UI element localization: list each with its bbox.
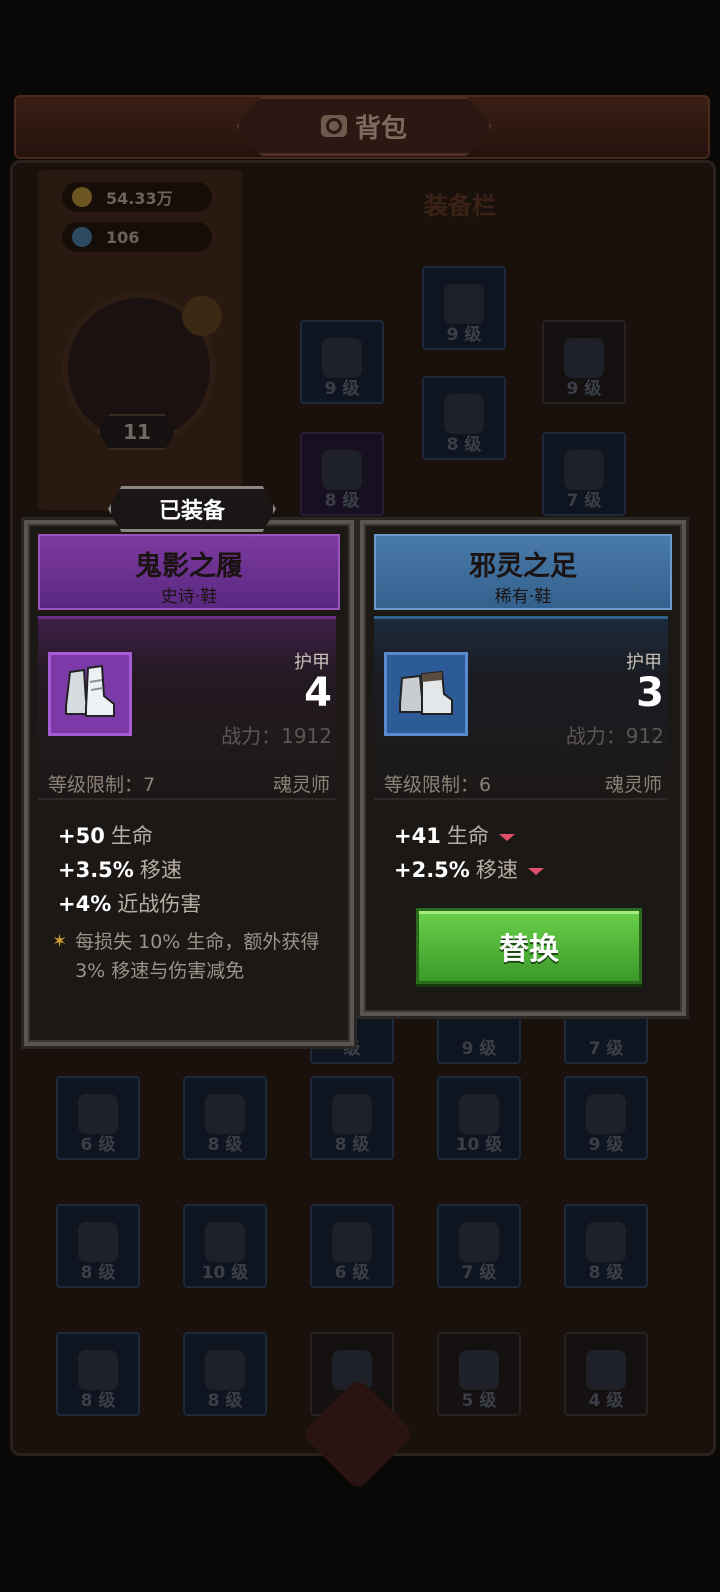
inventory-item[interactable]: 4 级	[564, 1332, 648, 1416]
inventory-item[interactable]: 10 级	[437, 1076, 521, 1160]
gauntlet-icon	[459, 1094, 499, 1134]
item-icon-frame	[384, 652, 468, 736]
inventory-item[interactable]: 8 级	[310, 1076, 394, 1160]
item-icon-frame	[48, 652, 132, 736]
equipped-item-card: 鬼影之履 史诗·鞋 护甲 4 战力：1912 等级限制：7 魂灵师 +50 生命 …	[24, 520, 354, 1046]
necklace-icon	[564, 338, 604, 378]
inventory-item[interactable]: 6 级	[56, 1076, 140, 1160]
boots-icon	[65, 664, 115, 717]
attribute-row: +2.5% 移速	[394, 854, 544, 884]
gold-counter: 54.33万	[62, 182, 212, 212]
armor-icon	[205, 1094, 245, 1134]
equip-slot-necklace[interactable]: 9 级	[542, 320, 626, 404]
compare-item-card: 邪灵之足 稀有·鞋 护甲 3 战力：912 等级限制：6 魂灵师 +41 生命 +…	[360, 520, 686, 1016]
armor-icon	[78, 1094, 118, 1134]
boots-icon	[399, 670, 453, 715]
armor-value: 3	[636, 670, 664, 716]
gem-amount: 106	[106, 227, 140, 247]
passive-effect: ✶ 每损失 10% 生命，额外获得 3% 移速与伤害减免	[52, 928, 322, 986]
page-title: 背包	[354, 113, 407, 144]
gold-amount: 54.33万	[106, 189, 173, 208]
armor-icon	[444, 394, 484, 434]
hat-icon	[332, 1094, 372, 1134]
boots-icon	[78, 1350, 118, 1390]
gem-icon	[72, 227, 92, 247]
inventory-item[interactable]: 8 级	[564, 1204, 648, 1288]
staff-icon	[586, 1350, 626, 1390]
inventory-item[interactable]: 10 级	[183, 1204, 267, 1288]
inventory-item[interactable]: 6 级	[310, 1204, 394, 1288]
passive-text: 每损失 10% 生命，额外获得 3% 移速与伤害减免	[75, 931, 320, 982]
attribute-row: +3.5% 移速	[58, 858, 182, 882]
inventory-item[interactable]: 8 级	[183, 1076, 267, 1160]
backpack-icon	[320, 115, 347, 137]
decrease-arrow-icon	[527, 867, 544, 875]
item-rarity-type: 史诗·鞋	[160, 587, 218, 607]
equip-slot-helmet[interactable]: 9 级	[422, 266, 506, 350]
inventory-item[interactable]: 8 级	[56, 1332, 140, 1416]
hat-icon	[444, 284, 484, 324]
gem-counter: 106	[62, 222, 212, 252]
item-name: 鬼影之履	[135, 551, 243, 582]
divider	[38, 798, 336, 800]
attribute-row: +50 生命	[58, 824, 153, 848]
level-requirement: 等级限制：7	[48, 774, 156, 796]
helmet-icon	[205, 1350, 245, 1390]
staff-icon	[459, 1350, 499, 1390]
item-header-epic: 鬼影之履 史诗·鞋	[38, 534, 340, 610]
inventory-item[interactable]: 8 级	[56, 1204, 140, 1288]
equip-slot-ring[interactable]: 7 级	[542, 432, 626, 516]
item-header-rare: 邪灵之足 稀有·鞋	[374, 534, 672, 610]
equip-slot-weapon[interactable]: 8 级	[300, 432, 384, 516]
item-name: 邪灵之足	[469, 551, 577, 582]
class-requirement: 魂灵师	[604, 774, 662, 796]
armor-value: 4	[304, 670, 332, 716]
gauntlet-icon	[322, 450, 362, 490]
equip-slot-armor[interactable]: 8 级	[422, 376, 506, 460]
header-title-plate: 背包	[236, 96, 492, 156]
inventory-item[interactable]: 9 级	[564, 1076, 648, 1160]
gauntlet-icon	[586, 1094, 626, 1134]
item-rarity-type: 稀有·鞋	[494, 587, 552, 607]
equipment-panel-title: 装备栏	[424, 192, 496, 220]
decrease-arrow-icon	[498, 833, 515, 841]
player-level-badge: 11	[98, 414, 176, 450]
divider	[374, 798, 668, 800]
combat-power: 战力：912	[565, 724, 664, 748]
boots-icon	[205, 1222, 245, 1262]
boots-icon	[586, 1222, 626, 1262]
equipped-badge: 已装备	[108, 486, 276, 532]
inventory-item[interactable]: 5 级	[437, 1332, 521, 1416]
ring-icon	[564, 450, 604, 490]
replace-button[interactable]: 替换	[416, 908, 642, 984]
class-requirement: 魂灵师	[272, 774, 330, 796]
star-icon: ✶	[52, 931, 68, 952]
avatar-settings-icon[interactable]	[182, 296, 222, 336]
attribute-row: +4% 近战伤害	[58, 892, 202, 916]
level-requirement: 等级限制：6	[384, 774, 492, 796]
helmet-icon	[322, 338, 362, 378]
inventory-item[interactable]: 7 级	[437, 1204, 521, 1288]
inventory-item[interactable]: 8 级	[183, 1332, 267, 1416]
boots-icon	[459, 1222, 499, 1262]
boots-icon	[332, 1222, 372, 1262]
gold-coin-icon	[72, 187, 92, 207]
boots-icon	[78, 1222, 118, 1262]
attribute-row: +41 生命	[394, 820, 515, 850]
combat-power: 战力：1912	[221, 724, 332, 748]
equip-slot-head[interactable]: 9 级	[300, 320, 384, 404]
